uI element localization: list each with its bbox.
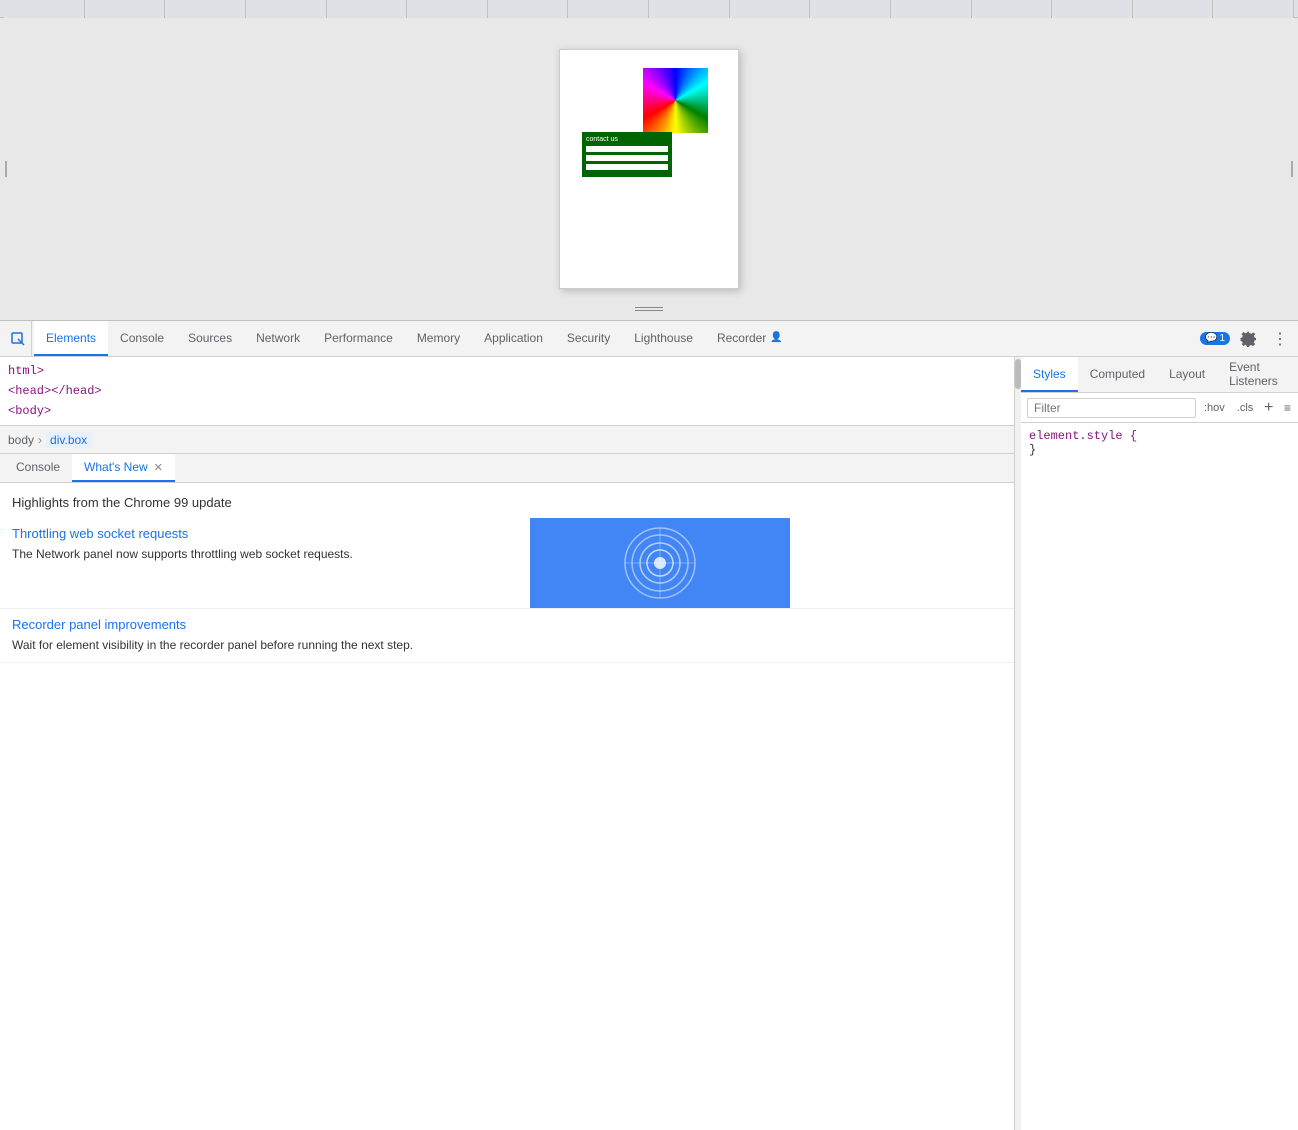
cls-filter-button[interactable]: .cls xyxy=(1233,400,1258,416)
bottom-tab-console[interactable]: Console xyxy=(4,454,72,482)
bottom-tab-whats-new[interactable]: What's New ✕ xyxy=(72,454,175,482)
dom-line: <body> xyxy=(8,401,1006,421)
styles-filter-input[interactable] xyxy=(1027,398,1196,418)
more-styles-options-button[interactable]: ≡ xyxy=(1280,398,1295,418)
dom-tag: html> xyxy=(8,364,44,378)
whats-new-item-throttling: Throttling web socket requests The Netwo… xyxy=(0,518,1014,609)
ruler-tick xyxy=(891,0,972,18)
tab-memory[interactable]: Memory xyxy=(405,321,472,356)
contact-form: contact us xyxy=(582,132,672,177)
add-style-rule-button[interactable]: + xyxy=(1261,398,1276,418)
contact-form-field xyxy=(586,146,668,152)
ruler-tick xyxy=(327,0,408,18)
resize-handle-bottom[interactable] xyxy=(634,306,664,312)
contact-form-field xyxy=(586,164,668,170)
resize-handle-right[interactable] xyxy=(1291,161,1293,177)
dom-panel: html> <head></head> <body> body › div.bo… xyxy=(0,357,1015,1130)
tab-console[interactable]: Console xyxy=(108,321,176,356)
ruler-tick xyxy=(1133,0,1214,18)
main-container: contact us xyxy=(0,0,1298,565)
devtools-actions: 💬 1 ⋮ xyxy=(1200,321,1298,356)
whats-new-link-throttling[interactable]: Throttling web socket requests xyxy=(12,526,518,541)
ruler-tick xyxy=(972,0,1053,18)
resize-handle-left[interactable] xyxy=(5,161,7,177)
styles-closing-brace: } xyxy=(1029,443,1293,457)
recorder-icon: 👤 xyxy=(770,332,782,343)
ruler-tick xyxy=(488,0,569,18)
ruler-bar xyxy=(4,0,1294,18)
styles-tab-event-listeners[interactable]: Event Listeners xyxy=(1217,357,1298,392)
styles-tab-layout[interactable]: Layout xyxy=(1157,357,1217,392)
ruler-tick xyxy=(1052,0,1133,18)
styles-selector: element.style { xyxy=(1029,429,1293,443)
whats-new-text-recorder: Recorder panel improvements Wait for ele… xyxy=(0,609,530,662)
close-whats-new-button[interactable]: ✕ xyxy=(154,461,163,474)
ruler-tick xyxy=(85,0,166,18)
page-card: contact us xyxy=(559,49,739,289)
whats-new-desc-throttling: The Network panel now supports throttlin… xyxy=(12,545,518,563)
ruler-tick xyxy=(165,0,246,18)
styles-tab-styles[interactable]: Styles xyxy=(1021,357,1078,392)
ruler-tick xyxy=(1213,0,1294,18)
page-preview: contact us xyxy=(0,18,1298,320)
breadcrumb-div-box[interactable]: div.box xyxy=(46,432,91,448)
dom-tag: <head></head> xyxy=(8,384,102,398)
devtools-panel: Elements Console Sources Network Perform… xyxy=(0,320,1298,1130)
styles-selector-text: element.style { xyxy=(1029,429,1137,443)
ruler-tick xyxy=(246,0,327,18)
tab-recorder[interactable]: Recorder 👤 xyxy=(705,321,795,356)
dom-line: html> xyxy=(8,361,1006,381)
notification-badge[interactable]: 💬 1 xyxy=(1200,332,1230,345)
whats-new-text-throttling: Throttling web socket requests The Netwo… xyxy=(0,518,530,608)
breadcrumb-separator: › xyxy=(38,433,42,447)
styles-content[interactable]: element.style { } xyxy=(1021,423,1298,1130)
tab-lighthouse[interactable]: Lighthouse xyxy=(622,321,705,356)
more-options-button[interactable]: ⋮ xyxy=(1266,325,1294,353)
three-dots-icon: ⋮ xyxy=(1272,329,1288,349)
whats-new-link-recorder[interactable]: Recorder panel improvements xyxy=(12,617,518,632)
contact-form-title: contact us xyxy=(586,136,668,143)
ruler-tick xyxy=(810,0,891,18)
styles-tabs: Styles Computed Layout Event Listeners xyxy=(1021,357,1298,393)
tab-application[interactable]: Application xyxy=(472,321,555,356)
styles-brace-close: } xyxy=(1029,443,1036,457)
devtools-body: html> <head></head> <body> body › div.bo… xyxy=(0,357,1298,1130)
hov-filter-button[interactable]: :hov xyxy=(1200,400,1229,416)
browser-ruler xyxy=(0,0,1298,18)
breadcrumb: body › div.box xyxy=(0,425,1014,453)
ruler-tick xyxy=(4,0,85,18)
whats-new-header: Highlights from the Chrome 99 update xyxy=(0,491,1014,518)
tab-spacer xyxy=(795,321,1200,356)
styles-tab-computed[interactable]: Computed xyxy=(1078,357,1157,392)
settings-button[interactable] xyxy=(1234,325,1262,353)
whats-new-image-throttling xyxy=(530,518,790,608)
tab-sources[interactable]: Sources xyxy=(176,321,244,356)
notification-icon: 💬 xyxy=(1205,333,1217,344)
styles-filter-bar: :hov .cls + ≡ xyxy=(1021,393,1298,423)
whats-new-content: Highlights from the Chrome 99 update Thr… xyxy=(0,483,1014,1130)
bottom-tabs-bar: Console What's New ✕ xyxy=(0,453,1014,483)
tab-elements[interactable]: Elements xyxy=(34,321,108,356)
tab-network[interactable]: Network xyxy=(244,321,312,356)
dom-tag: <body> xyxy=(8,404,51,418)
inspect-icon-button[interactable] xyxy=(4,321,32,356)
tab-performance[interactable]: Performance xyxy=(312,321,405,356)
whats-new-item-recorder: Recorder panel improvements Wait for ele… xyxy=(0,609,1014,663)
ruler-tick xyxy=(407,0,488,18)
dom-tree[interactable]: html> <head></head> <body> xyxy=(0,357,1014,425)
color-gradient xyxy=(643,68,708,133)
ruler-tick xyxy=(730,0,811,18)
ruler-tick xyxy=(649,0,730,18)
dom-line: <head></head> xyxy=(8,381,1006,401)
contact-form-field xyxy=(586,155,668,161)
styles-panel: Styles Computed Layout Event Listeners :… xyxy=(1021,357,1298,1130)
element-style-rule: element.style { } xyxy=(1029,429,1293,457)
devtools-tabs-bar: Elements Console Sources Network Perform… xyxy=(0,321,1298,357)
breadcrumb-body[interactable]: body xyxy=(8,433,34,447)
ruler-tick xyxy=(568,0,649,18)
tab-security[interactable]: Security xyxy=(555,321,622,356)
whats-new-desc-recorder: Wait for element visibility in the recor… xyxy=(12,636,518,654)
